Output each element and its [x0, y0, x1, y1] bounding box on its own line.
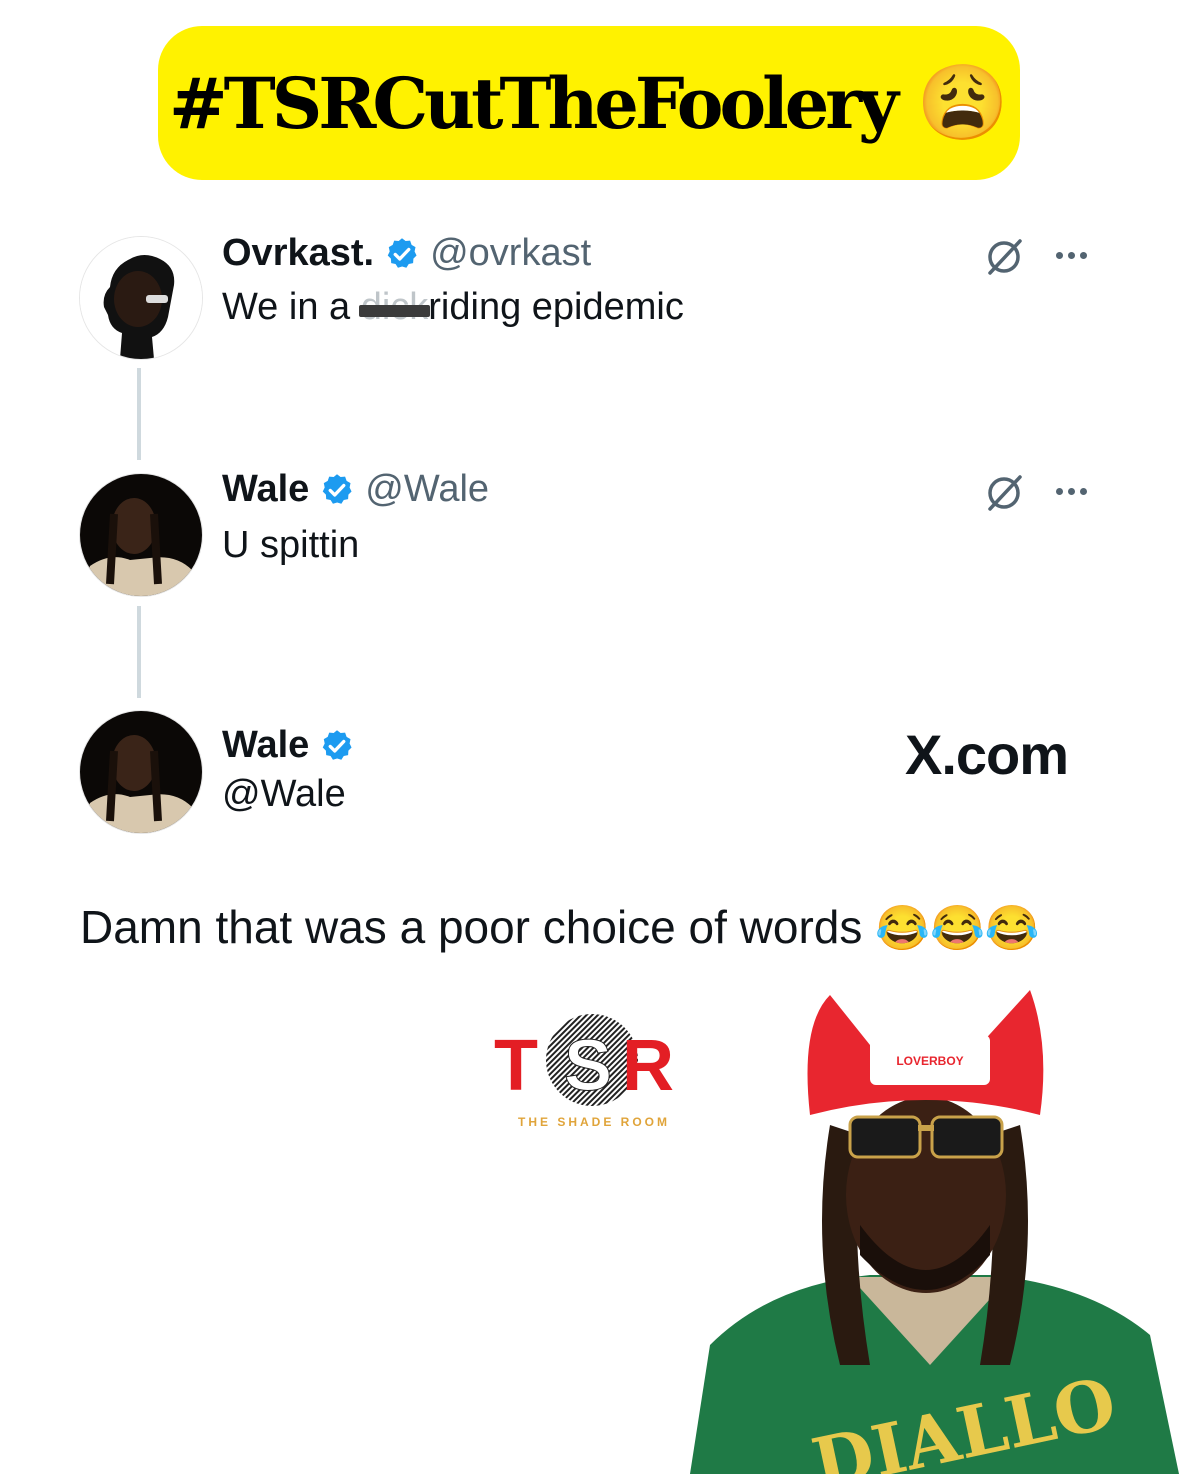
tsr-subtitle: THE SHADE ROOM: [517, 1115, 670, 1129]
tweet-1-header: Ovrkast. @ovrkast: [222, 232, 591, 275]
tsr-logo-icon: T S R: [494, 1014, 674, 1107]
ovrkast-avatar-icon: [80, 237, 202, 359]
tweet-text-part: riding epidemic: [428, 286, 684, 328]
verified-badge-icon: [323, 473, 352, 504]
wale-avatar-icon: [80, 711, 202, 833]
handle[interactable]: @Wale: [365, 468, 489, 511]
grok-icon[interactable]: [984, 473, 1024, 513]
tweet-1-text: We in a dickriding epidemic: [222, 286, 684, 329]
svg-text:S: S: [564, 1026, 612, 1106]
more-options-icon[interactable]: [1056, 484, 1096, 498]
thread-line: [137, 606, 141, 698]
censored-word: dick: [358, 286, 430, 328]
hat-text: LOVERBOY: [896, 1054, 963, 1068]
display-name[interactable]: Wale: [222, 468, 309, 511]
verified-badge-icon: [323, 729, 352, 760]
display-name[interactable]: Wale: [222, 724, 309, 767]
more-options-icon[interactable]: [1056, 248, 1096, 262]
hashtag-text: #TSRCutTheFoolery: [169, 61, 899, 145]
reply-header: Wale: [222, 724, 355, 767]
reply-handle[interactable]: @Wale: [222, 773, 346, 816]
hashtag-banner: #TSRCutTheFoolery 😩: [158, 26, 1020, 180]
verified-badge-icon: [387, 237, 417, 268]
wale-photo: DIALLO LOVERBOY: [690, 990, 1179, 1474]
avatar-ovrkast[interactable]: [79, 236, 203, 360]
wale-avatar-icon: [80, 474, 202, 596]
tweet-text-part: We in a: [222, 286, 361, 328]
weary-face-emoji: 😩: [916, 60, 1009, 144]
reply-text: Damn that was a poor choice of words 😂😂😂: [80, 900, 1040, 954]
avatar-wale-reply[interactable]: [79, 710, 203, 834]
thread-line: [137, 368, 141, 460]
x-com-label: X.com: [905, 723, 1069, 786]
tweet-2-text: U spittin: [222, 524, 360, 566]
svg-text:R: R: [622, 1026, 674, 1106]
tweet-2-header: Wale @Wale: [222, 468, 489, 511]
grok-icon[interactable]: [984, 237, 1024, 277]
reply-body: Damn that was a poor choice of words: [80, 901, 863, 953]
display-name[interactable]: Ovrkast.: [222, 232, 374, 275]
laughing-emojis: 😂😂😂: [875, 904, 1040, 953]
handle[interactable]: @ovrkast: [430, 232, 591, 275]
avatar-wale[interactable]: [79, 473, 203, 597]
svg-text:T: T: [494, 1026, 538, 1106]
